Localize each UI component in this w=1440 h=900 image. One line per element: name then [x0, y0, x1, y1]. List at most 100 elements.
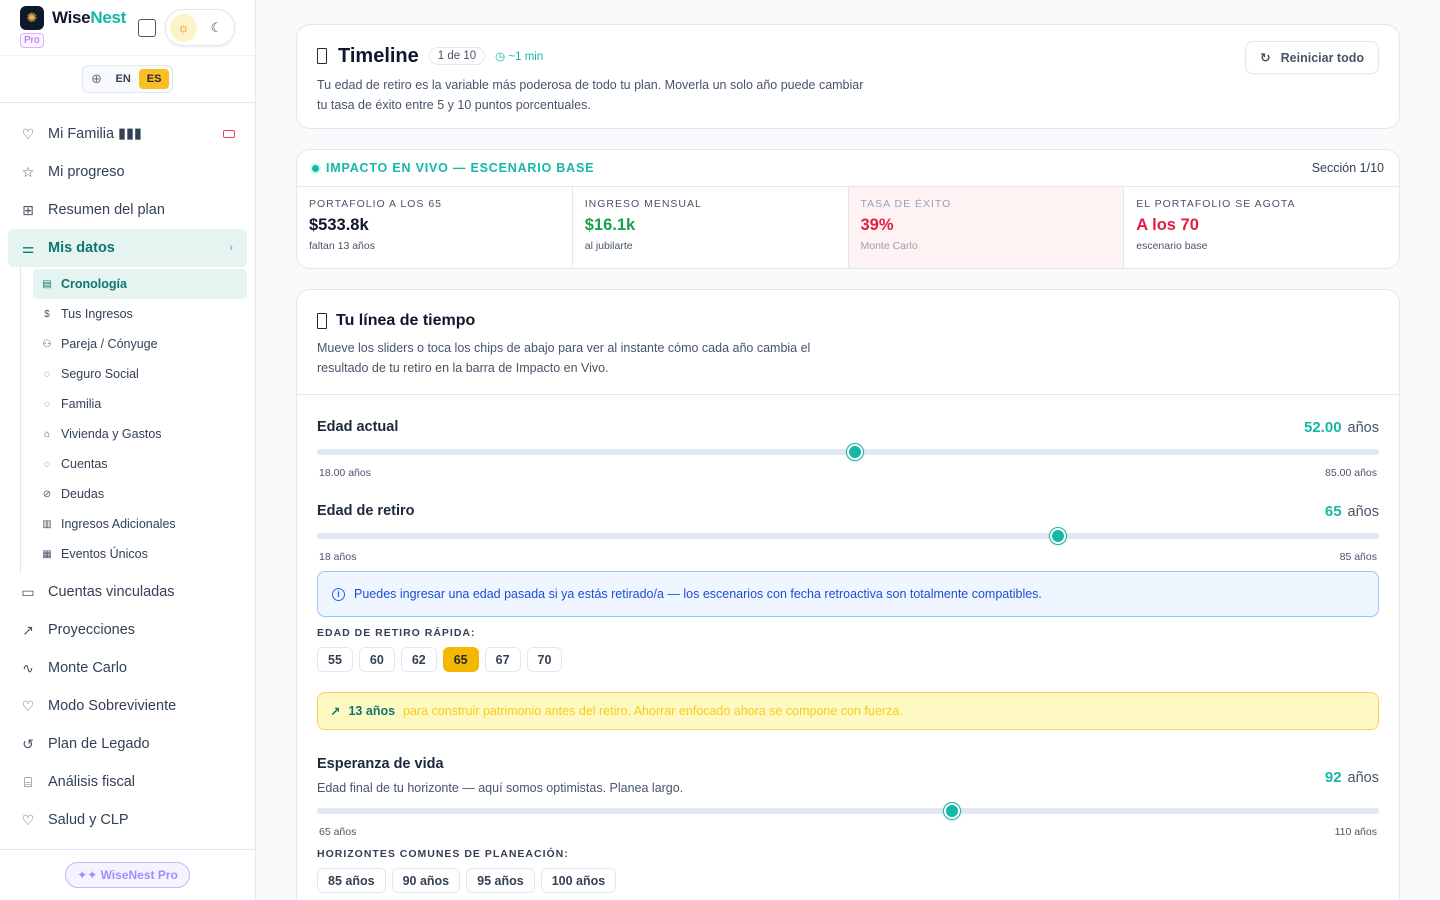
kpi-value: 39% — [860, 216, 894, 234]
chip-95-años[interactable]: 95 años — [466, 868, 535, 893]
chip-90-años[interactable]: 90 años — [391, 868, 461, 893]
current-age-slider-thumb[interactable] — [847, 444, 864, 460]
life-expectancy-number: 92 — [1324, 768, 1342, 786]
retire-age-slider[interactable] — [317, 528, 1379, 544]
kpi-card: PORTAFOLIO A LOS 65 $533.8k faltan 13 años — [297, 187, 573, 268]
kpi-sub: escenario base — [1136, 240, 1208, 252]
home-icon: ⌂ — [43, 428, 51, 440]
sidebar-item-label: Proyecciones — [48, 622, 136, 638]
section-counter: Sección 1/10 — [1311, 161, 1384, 175]
sidebar-item-label: Resumen del plan — [48, 202, 165, 218]
section-header: Timeline 1 de 10 ◷ ~1 min Tu edad de ret… — [296, 24, 1400, 129]
life-expectancy-slider[interactable] — [317, 803, 1379, 819]
reset-icon: ↻ — [1260, 51, 1271, 65]
chip-85-años[interactable]: 85 años — [317, 868, 386, 893]
subnav-item-familia[interactable]: ◌ Familia — [33, 389, 247, 419]
subnav-item-eventos[interactable]: ▦ Eventos Únicos — [33, 539, 247, 569]
slider-max-label: 85 años — [1339, 551, 1377, 563]
dollar-icon: $ — [44, 308, 50, 320]
section-description: Tu edad de retiro es la variable más pod… — [317, 78, 864, 112]
chip-100-años[interactable]: 100 años — [540, 868, 617, 893]
subnav-item-cronologia[interactable]: ▤ Cronología — [33, 269, 247, 299]
retire-age-label: Edad de retiro — [317, 503, 415, 519]
sun-icon[interactable]: ☼ — [170, 13, 197, 42]
sidebar-item-mis-datos[interactable]: ⚌ Mis datos › — [8, 229, 247, 267]
horizon-chips: 85 años 90 años 95 años 100 años — [317, 868, 1379, 893]
sidebar-item-sobreviviente[interactable]: ♡ Modo Sobreviviente — [8, 687, 247, 725]
sidebar-item-mi-familia[interactable]: ♡ Mi Familia ▮▮▮ — [8, 115, 247, 153]
briefcase-icon: ▥ — [42, 518, 52, 530]
sidebar-item-label: Cuentas vinculadas — [48, 584, 175, 600]
savings-horizon-banner: ↗ 13 años para construir patrimonio antes … — [317, 692, 1379, 730]
sidebar-item-mi-progreso[interactable]: ☆ Mi progreso — [8, 153, 247, 191]
life-expectancy-slider-thumb[interactable] — [944, 803, 961, 819]
sidebar-footer: ✦✦ WiseNest Pro — [0, 849, 255, 900]
step-badge: 1 de 10 — [428, 47, 486, 65]
subnav-item-label: Ingresos Adicionales — [61, 517, 176, 531]
chip-55[interactable]: 55 — [317, 647, 353, 672]
kpi-value: $533.8k — [309, 216, 369, 234]
chip-70[interactable]: 70 — [526, 647, 563, 672]
life-expectancy-hint: Edad final de tu horizonte — aquí somos … — [317, 781, 684, 795]
subnav-item-pareja[interactable]: ⚇ Pareja / Cónyuge — [33, 329, 247, 359]
chip-67[interactable]: 67 — [484, 647, 521, 672]
retire-age-field: Edad de retiro 65 años 18 años 85 años — [317, 499, 1379, 563]
current-age-field: Edad actual 52.00 años 18.00 años 85.00 añ… — [317, 415, 1379, 479]
subnav-item-label: Cuentas — [61, 457, 108, 471]
subnav-item-vivienda[interactable]: ⌂ Vivienda y Gastos — [33, 419, 247, 449]
current-age-slider[interactable] — [317, 444, 1379, 460]
lang-es-button[interactable]: ES — [138, 69, 170, 89]
subnav-item-ingresos[interactable]: $ Tus Ingresos — [33, 299, 247, 329]
reset-all-button[interactable]: ↻ Reiniciar todo — [1245, 41, 1379, 74]
kpi-value: A los 70 — [1136, 216, 1199, 234]
brand-name: WiseNest — [52, 8, 126, 27]
subnav-item-label: Tus Ingresos — [61, 307, 133, 321]
health-icon: ♡ — [21, 811, 35, 828]
sidebar-header: ✺ WiseNest Pro ☼ ☾ — [0, 0, 255, 56]
sidebar-item-cuentas-vinculadas[interactable]: ▭ Cuentas vinculadas — [8, 573, 247, 611]
retire-age-slider-thumb[interactable] — [1050, 528, 1067, 544]
grid-icon: ⊞ — [22, 201, 34, 218]
subnav-item-ingresos-adicionales[interactable]: ▥ Ingresos Adicionales — [33, 509, 247, 539]
star-icon: ☆ — [21, 163, 35, 180]
chip-60[interactable]: 60 — [358, 647, 395, 672]
time-estimate: ◷ ~1 min — [495, 49, 543, 63]
sidebar-nav: ♡ Mi Familia ▮▮▮ ☆ Mi progreso ⊞ Resumen de… — [0, 103, 255, 839]
section-icon — [317, 48, 327, 64]
sidebar-item-analisis-fiscal[interactable]: ⌸ Análisis fiscal — [8, 763, 247, 801]
current-age-value: 52.00 años — [1304, 419, 1379, 436]
collapse-sidebar-icon[interactable] — [138, 19, 156, 37]
subnav-item-deudas[interactable]: ⊘ Deudas — [33, 479, 247, 509]
legacy-icon: ↺ — [22, 735, 34, 752]
moon-icon[interactable]: ☾ — [203, 14, 230, 42]
sidebar-item-label: Salud y CLP — [48, 812, 129, 828]
sidebar-item-monte-carlo[interactable]: ∿ Monte Carlo — [8, 649, 247, 687]
years-left-text: 13 años — [348, 704, 396, 718]
upgrade-pro-button[interactable]: ✦✦ WiseNest Pro — [65, 862, 190, 888]
subnav-item-seguro-social[interactable]: ◌ Seguro Social — [33, 359, 247, 389]
subnav-item-label: Vivienda y Gastos — [61, 427, 162, 441]
sidebar-item-label: Análisis fiscal — [48, 774, 136, 790]
chip-65[interactable]: 65 — [442, 647, 479, 672]
sidebar-item-legado[interactable]: ↺ Plan de Legado — [8, 725, 247, 763]
lang-en-button[interactable]: EN — [108, 69, 139, 89]
time-estimate-text: ~1 min — [508, 51, 544, 63]
unit-label: años — [1347, 769, 1379, 786]
sidebar-item-resumen[interactable]: ⊞ Resumen del plan — [8, 191, 247, 229]
sidebar-item-proyecciones[interactable]: ↗ Proyecciones — [8, 611, 247, 649]
kpi-sub: al jubilarte — [584, 240, 633, 252]
subnav-item-label: Eventos Únicos — [61, 547, 148, 561]
card-icon — [223, 130, 235, 138]
page-title: Timeline — [338, 44, 419, 67]
sidebar-item-salud[interactable]: ♡ Salud y CLP — [8, 801, 247, 839]
subnav-item-cuentas[interactable]: ◌ Cuentas — [33, 449, 247, 479]
logo-icon: ✺ — [20, 6, 44, 30]
subnav-item-label: Pareja / Cónyuge — [61, 337, 158, 351]
live-impact-title: IMPACTO EN VIVO — ESCENARIO BASE — [312, 161, 594, 175]
kpi-card: TASA DE ÉXITO 39% Monte Carlo — [848, 187, 1125, 268]
info-banner: i Puedes ingresar una edad pasada si ya e… — [317, 571, 1379, 617]
trending-up-icon: ↗ — [330, 704, 341, 719]
quick-retire-chips: 55 60 62 65 67 70 — [317, 647, 1379, 672]
chevron-right-icon: › — [229, 242, 233, 254]
chip-62[interactable]: 62 — [400, 647, 437, 672]
